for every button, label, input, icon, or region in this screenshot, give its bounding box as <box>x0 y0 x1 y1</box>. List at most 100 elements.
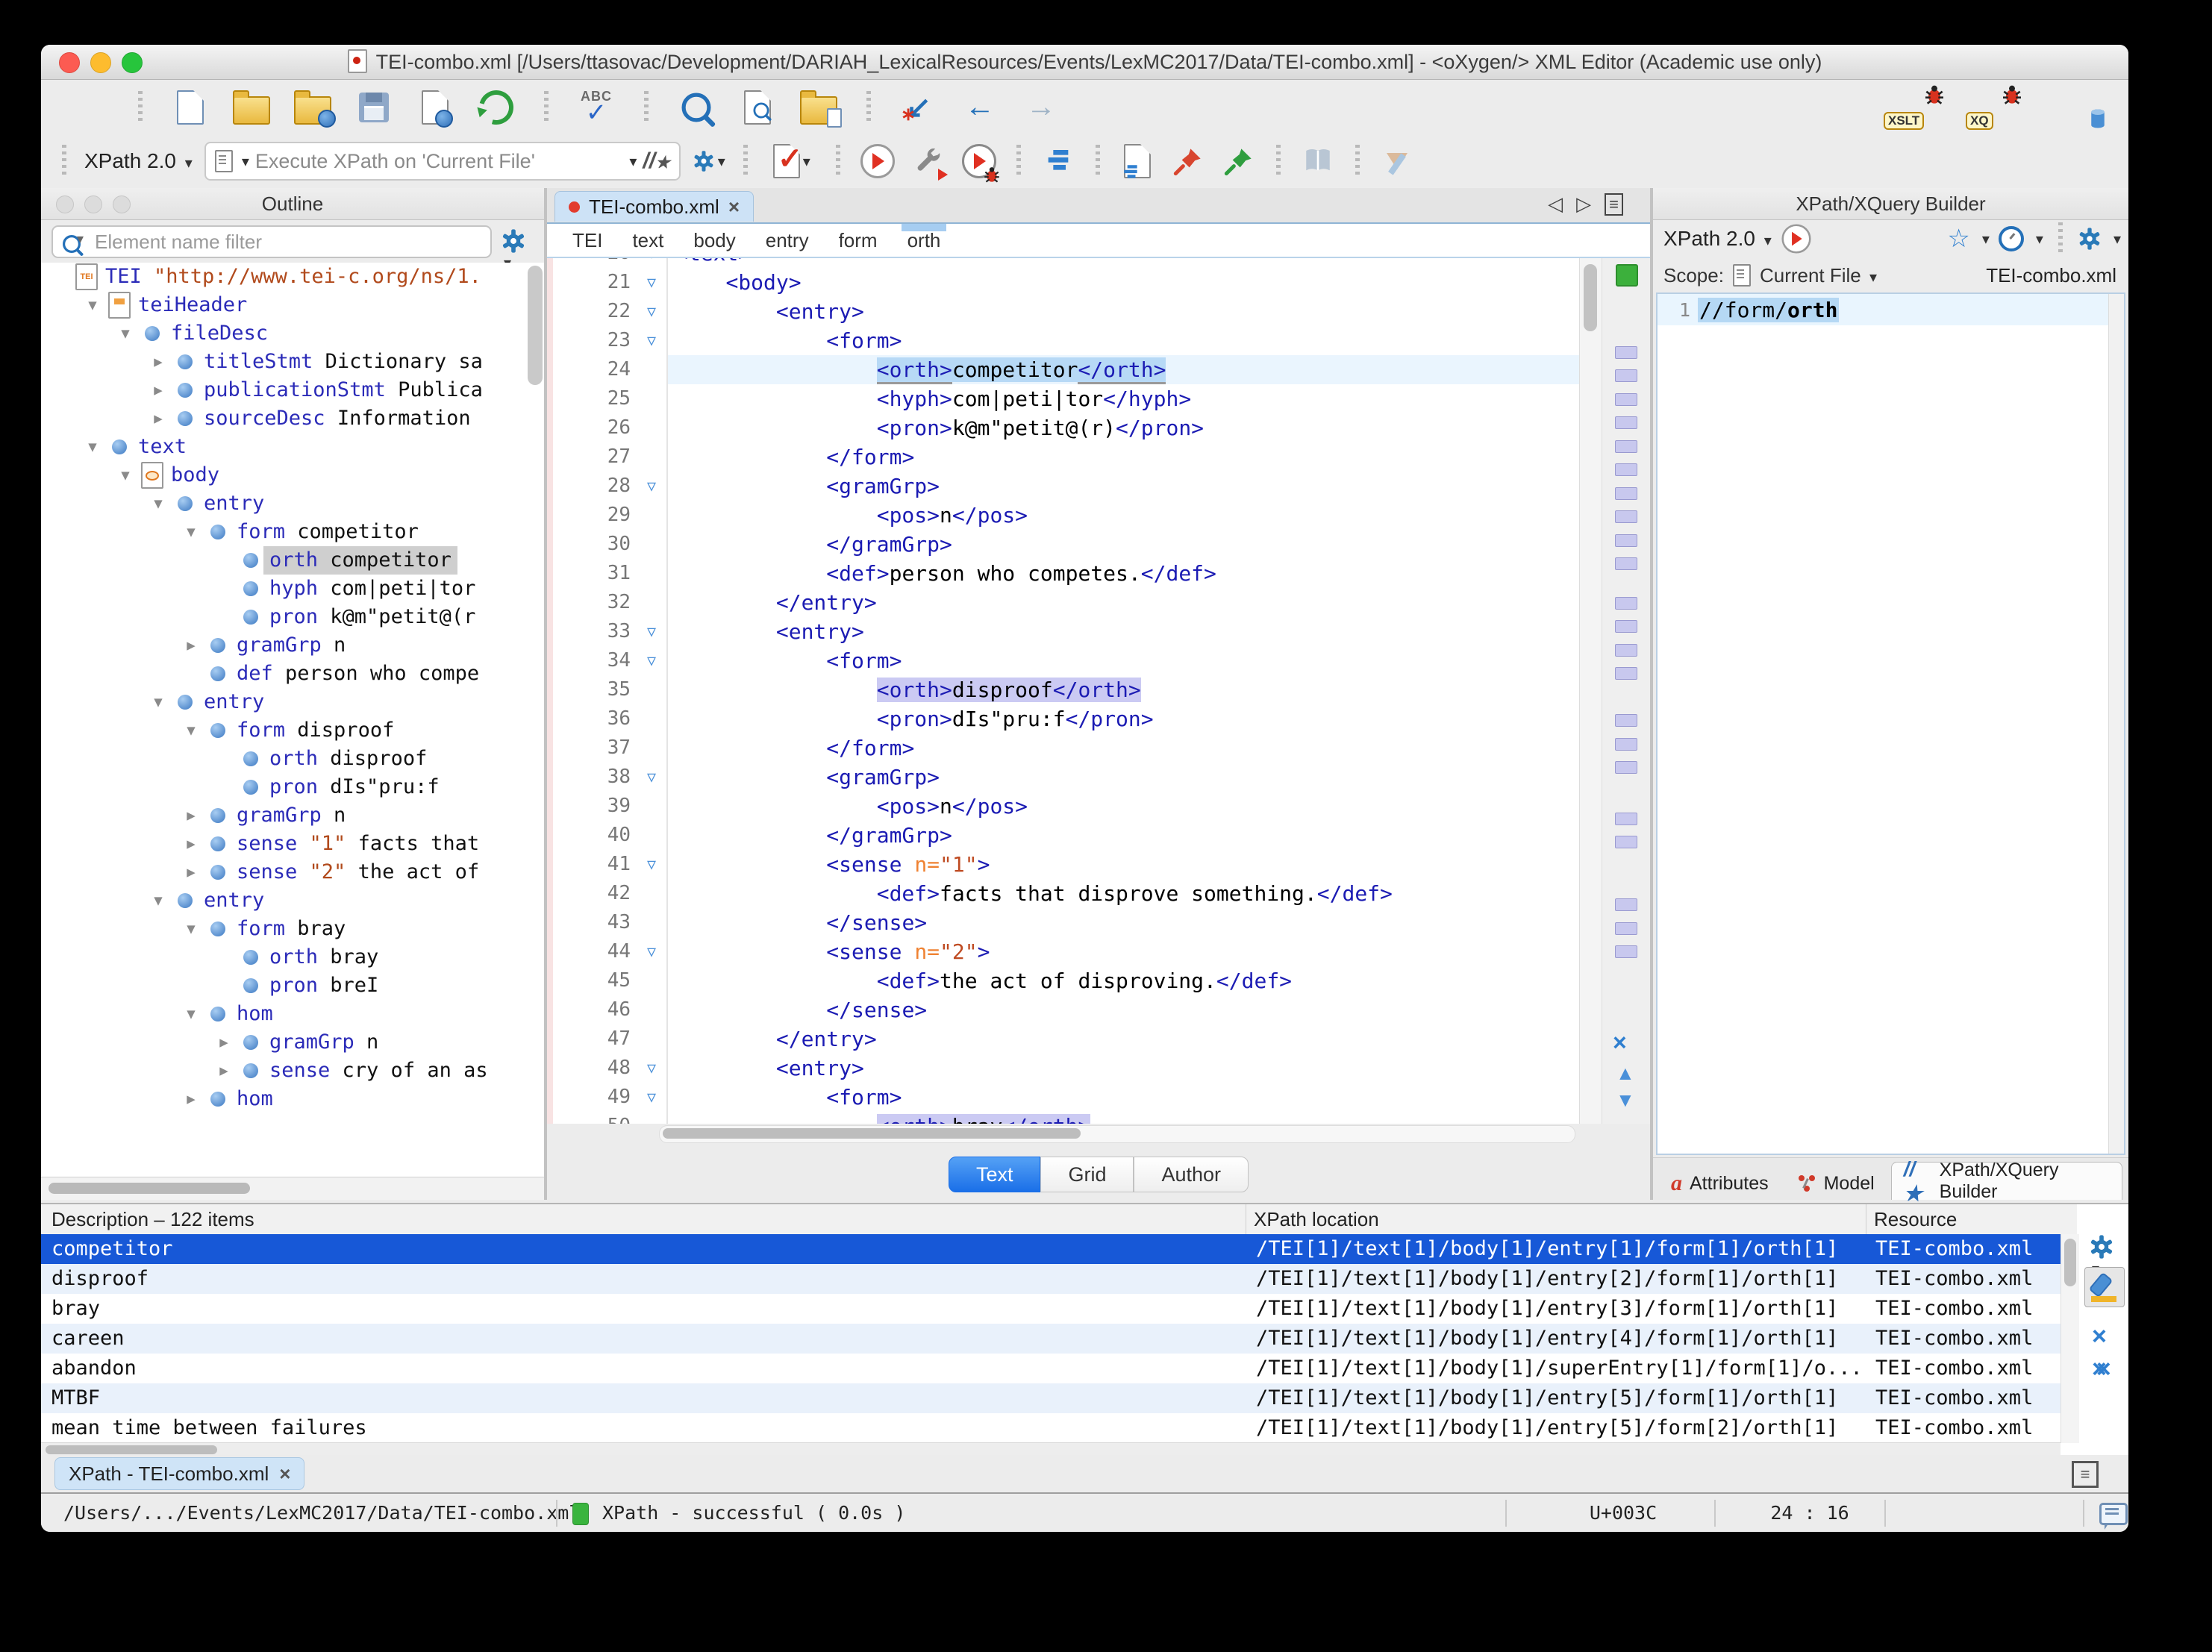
expand-icon[interactable]: ▼ <box>144 688 172 716</box>
navigate-back-button[interactable]: ← <box>960 88 999 127</box>
apply-transformation-button[interactable] <box>858 142 897 181</box>
element-name-filter-input[interactable] <box>51 225 492 258</box>
debug-xquery-button[interactable]: XQ <box>1976 88 2024 127</box>
tab-xpath-results[interactable]: XPath - TEI-combo.xml × <box>54 1457 304 1490</box>
results-header-xpath[interactable]: XPath location <box>1246 1204 1866 1234</box>
fold-marker-icon[interactable]: ▽ <box>637 297 666 326</box>
fold-marker-icon[interactable]: ▽ <box>637 258 666 268</box>
close-tab-icon[interactable]: × <box>728 197 740 216</box>
outline-item-form[interactable]: ▼form disproof <box>41 716 544 745</box>
outline-item-titleStmt[interactable]: ▶titleStmt Dictionary sa <box>41 348 544 376</box>
results-header-resource[interactable]: Resource <box>1866 1204 2077 1234</box>
outline-item-hyph[interactable]: hyph com|peti|tor <box>41 575 544 603</box>
open-url-button[interactable] <box>293 88 332 127</box>
format-indent-file-button[interactable] <box>1118 142 1157 181</box>
close-tab-icon[interactable]: × <box>279 1464 290 1483</box>
occurrence-mark[interactable] <box>1615 644 1637 657</box>
code-line-38[interactable]: 38▽ <gramGrp> <box>547 763 1580 792</box>
result-row[interactable]: competitor/TEI[1]/text[1]/body[1]/entry[… <box>41 1234 2061 1264</box>
expand-icon[interactable]: ▶ <box>177 858 205 886</box>
expression-line[interactable]: 1 //form/orth <box>1658 294 2124 325</box>
expand-icon[interactable]: ▼ <box>144 886 172 915</box>
next-occurrence-icon[interactable]: ▼ <box>1616 1089 1635 1112</box>
code-line-22[interactable]: 22▽ <entry> <box>547 297 1580 326</box>
panel-tab-xpath-xquery-builder[interactable]: //★XPath/XQuery Builder <box>1891 1162 2122 1200</box>
configure-transformation-button[interactable] <box>909 142 948 181</box>
highlight-results-button[interactable] <box>2084 1267 2125 1307</box>
breadcrumb-item-body[interactable]: body <box>693 224 735 257</box>
outline-item-sourceDesc[interactable]: ▶sourceDesc Information <box>41 404 544 433</box>
expand-icon[interactable]: ▼ <box>177 518 205 546</box>
occurrence-mark[interactable] <box>1615 898 1637 911</box>
code-line-23[interactable]: 23▽ <form> <box>547 326 1580 355</box>
panel-tab-model[interactable]: Model <box>1785 1167 1887 1200</box>
expand-icon[interactable]: ▼ <box>144 489 172 518</box>
fold-marker-icon[interactable]: ▽ <box>637 1054 666 1083</box>
outline-item-sense[interactable]: ▶sense "2" the act of <box>41 858 544 886</box>
expand-icon[interactable]: ▶ <box>177 631 205 660</box>
debug-xslt-button[interactable]: XSLT <box>1894 88 1946 127</box>
fold-marker-icon[interactable]: ▽ <box>637 617 666 646</box>
outline-item-hom[interactable]: ▼hom <box>41 1000 544 1028</box>
xpath-version-dropdown[interactable]: XPath 2.0 ▾ <box>84 149 193 173</box>
occurrence-mark[interactable] <box>1615 738 1637 751</box>
outline-item-gramGrp[interactable]: ▶gramGrp n <box>41 1028 544 1057</box>
code-line-43[interactable]: 43 </sense> <box>547 908 1580 937</box>
prev-tab-icon[interactable]: ◁ <box>1548 193 1563 216</box>
fold-marker-icon[interactable]: ▽ <box>637 646 666 675</box>
expand-icon[interactable]: ▼ <box>111 319 140 348</box>
outline-item-def[interactable]: def person who compe <box>41 660 544 688</box>
find-replace-button[interactable] <box>677 88 716 127</box>
outline-item-body[interactable]: ▼body <box>41 461 544 489</box>
code-line-33[interactable]: 33▽ <entry> <box>547 617 1580 646</box>
breadcrumb-item-entry[interactable]: entry <box>766 224 809 257</box>
history-icon[interactable] <box>1999 226 2024 251</box>
execute-xpath-button[interactable] <box>1781 224 1810 253</box>
code-line-40[interactable]: 40 </gramGrp> <box>547 821 1580 850</box>
outline-item-form[interactable]: ▼form competitor <box>41 518 544 546</box>
tab-list-icon[interactable]: ≡ <box>1605 193 1623 216</box>
xpath-expression-combo[interactable]: ▾ Execute XPath on 'Current File' ▾ //★ <box>204 142 681 181</box>
results-vertical-scrollbar[interactable] <box>2061 1234 2079 1443</box>
outline-item-entry[interactable]: ▼entry <box>41 886 544 915</box>
last-modification-button[interactable]: ↙ ∗ <box>899 88 938 127</box>
code-line-20[interactable]: 20▽<text> <box>547 258 1580 268</box>
expand-icon[interactable]: ▶ <box>177 830 205 858</box>
code-line-42[interactable]: 42 <def>facts that disprove something.</… <box>547 879 1580 908</box>
occurrence-mark[interactable] <box>1615 463 1637 476</box>
expand-icon[interactable]: ▶ <box>210 1028 238 1057</box>
view-list-icon[interactable]: ≡ <box>2072 1461 2099 1488</box>
fold-marker-icon[interactable]: ▽ <box>637 268 666 297</box>
outline-item-pron[interactable]: pron breI <box>41 972 544 1000</box>
code-line-35[interactable]: 35 <orth>disproof</orth> <box>547 675 1580 704</box>
outline-item-publicationStmt[interactable]: ▶publicationStmt Publica <box>41 376 544 404</box>
xpath-settings-button[interactable]: ▾ <box>693 142 725 181</box>
expand-icon[interactable]: ▼ <box>177 1000 205 1028</box>
code-line-34[interactable]: 34▽ <form> <box>547 646 1580 675</box>
result-row[interactable]: careen/TEI[1]/text[1]/body[1]/entry[4]/f… <box>41 1324 2061 1354</box>
outline-item-fileDesc[interactable]: ▼fileDesc <box>41 319 544 348</box>
previous-occurrence-icon[interactable]: ▲ <box>1616 1062 1635 1085</box>
panel-tab-attributes[interactable]: aAttributes <box>1659 1167 1781 1200</box>
occurrence-mark[interactable] <box>1615 510 1637 523</box>
spell-check-button[interactable]: ABC✓ <box>577 88 616 127</box>
occurrence-mark[interactable] <box>1615 440 1637 453</box>
view-button-grid[interactable]: Grid <box>1040 1157 1134 1192</box>
occurrence-mark[interactable] <box>1615 557 1637 570</box>
code-line-44[interactable]: 44▽ <sense n="2"> <box>547 937 1580 966</box>
expand-icon[interactable]: ▶ <box>144 404 172 433</box>
code-line-26[interactable]: 26 <pron>k@m"petit@(r)</pron> <box>547 413 1580 442</box>
open-file-button[interactable] <box>232 88 271 127</box>
occurrence-mark[interactable] <box>1615 620 1637 633</box>
outline-item-form[interactable]: ▼form bray <box>41 915 544 943</box>
fold-marker-icon[interactable]: ▽ <box>637 763 666 792</box>
occurrence-mark[interactable] <box>1615 597 1637 610</box>
code-line-36[interactable]: 36 <pron>dIs"pru:f</pron> <box>547 704 1580 733</box>
fold-marker-icon[interactable]: ▽ <box>637 326 666 355</box>
outline-item-gramGrp[interactable]: ▶gramGrp n <box>41 631 544 660</box>
code-line-46[interactable]: 46 </sense> <box>547 995 1580 1024</box>
occurrence-mark[interactable] <box>1615 534 1637 547</box>
clear-highlights-icon[interactable]: × <box>1613 1029 1627 1057</box>
notifications-icon[interactable] <box>2099 1503 2128 1525</box>
breadcrumb-item-form[interactable]: form <box>839 224 878 257</box>
